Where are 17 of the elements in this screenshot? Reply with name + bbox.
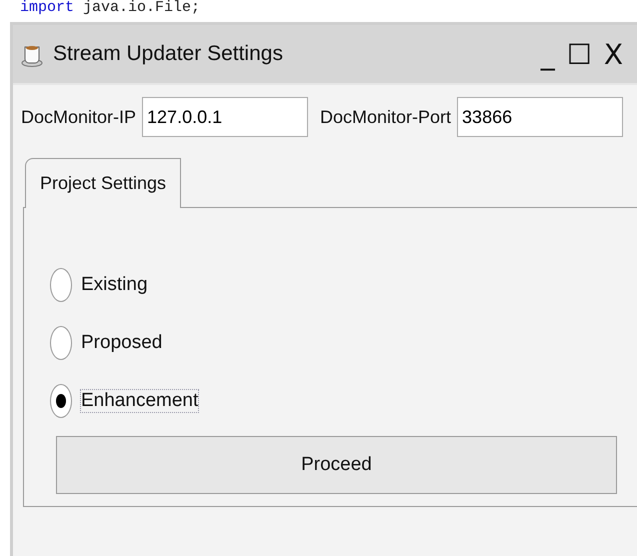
maximize-button[interactable]: ☐ — [560, 38, 598, 70]
proceed-button[interactable]: Proceed — [56, 436, 617, 494]
radio-button[interactable] — [50, 268, 72, 302]
close-button[interactable]: X — [598, 38, 629, 70]
radio-label: Enhancement — [80, 389, 200, 413]
input-field[interactable]: 33866 — [457, 97, 624, 137]
radio-label: Proposed — [80, 331, 164, 355]
tab[interactable]: Project Settings — [25, 158, 182, 208]
field-label: DocMonitor-IP — [21, 106, 136, 128]
radio-label: Existing — [80, 273, 149, 297]
code-line: import java.io.File; — [19, 0, 202, 18]
radio-button[interactable] — [50, 384, 72, 418]
input-field[interactable]: 127.0.0.1 — [142, 97, 308, 137]
window-title: Stream Updater Settings — [53, 42, 284, 66]
minimize-button[interactable]: _ — [534, 38, 561, 70]
radio-button[interactable] — [50, 326, 72, 360]
field-label: DocMonitor-Port — [320, 106, 452, 128]
